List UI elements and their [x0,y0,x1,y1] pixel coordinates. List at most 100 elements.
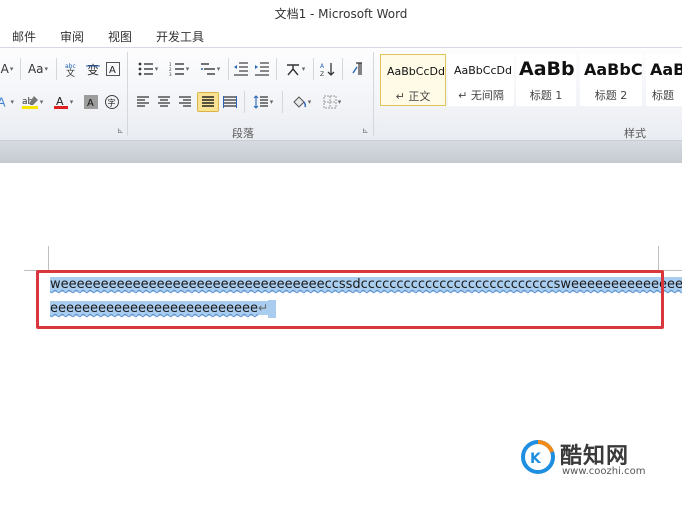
font-color-icon: A [53,95,68,109]
enclose-characters-button[interactable]: 变 [83,60,103,78]
style-name: 标题 [652,89,674,102]
align-right-button[interactable] [176,93,194,111]
window-title: 文档1 - Microsoft Word [274,7,408,21]
style-sample: AaBbCcDd [387,65,445,78]
group-separator [127,52,128,136]
page-corner-mark [48,246,49,270]
highlight-box [36,270,664,329]
separator [228,58,229,80]
svg-text:文: 文 [66,67,75,77]
coozhi-logo-icon: K [521,440,555,474]
numbering-button[interactable]: 1 2 3 ▾ [165,60,193,78]
style-normal[interactable]: AaBbCcDd ↵ 正文 [380,54,446,106]
style-sample: AaBbCcDd [454,64,512,77]
increase-indent-icon [255,62,269,76]
style-name: ↵ 正文 [395,90,431,103]
justify-button[interactable] [197,92,219,112]
style-name: 标题 1 [529,89,563,102]
style-title[interactable]: AaBl 标题 [646,54,682,106]
grow-font-button[interactable]: A ▾ [0,60,14,78]
page-corner-mark [658,246,659,270]
svg-text:A: A [320,63,325,70]
sort-button[interactable]: AZ [318,60,338,78]
phonetic-guide-button[interactable]: abc 文 [62,60,82,78]
svg-text:K: K [530,451,542,467]
separator [56,58,57,80]
ribbon: A▾ Aa▾ abc文 变 A A▾ ab▾ A▾ A 字 ⊾ [0,47,682,141]
separator [282,91,283,113]
paragraph-dialog-launcher-icon[interactable]: ⊾ [362,126,369,135]
border-a-icon: A [106,62,120,76]
svg-text:Z: Z [320,71,324,77]
line-spacing-icon [253,95,268,109]
enclosed-character-icon: 字 [105,95,119,109]
paint-bucket-icon [293,96,306,108]
paragraph-group-label: 段落 [232,127,254,140]
multilevel-list-button[interactable]: ▾ [196,60,224,78]
svg-text:A: A [0,96,6,110]
decrease-indent-button[interactable] [232,60,250,78]
line-spacing-button[interactable]: ▾ [249,93,277,111]
svg-text:A: A [87,98,94,109]
svg-text:变: 变 [87,62,99,77]
styles-group-label: 样式 [624,127,646,140]
align-right-icon [179,96,191,107]
borders-button[interactable]: ▾ [318,93,346,111]
align-center-button[interactable] [155,93,173,111]
change-case-button[interactable]: Aa ▾ [24,60,52,78]
font-size-icon: A [0,62,9,76]
change-case-icon: Aa [27,62,44,76]
text-effects-button[interactable]: A▾ [0,93,14,111]
enclosed-character-button[interactable]: 字 [103,93,121,111]
multilevel-list-icon [200,63,215,75]
watermark-url: www.coozhi.com [562,466,646,477]
tab-mailings[interactable]: 邮件 [12,28,36,45]
distributed-button[interactable] [221,93,239,111]
font-dialog-launcher-icon[interactable]: ⊾ [117,126,124,135]
align-center-icon [158,96,170,107]
bullets-button[interactable]: ▾ [134,60,162,78]
group-separator [373,52,374,136]
text-effects-icon: A [0,96,6,110]
style-no-spacing[interactable]: AaBbCcDd ↵ 无间隔 [448,54,514,106]
shading-button[interactable]: ▾ [287,93,315,111]
pilcrow-icon [352,62,362,75]
font-color-button[interactable]: A ▾ [50,93,76,111]
tab-view[interactable]: 视图 [108,28,132,45]
separator [276,58,277,80]
styles-gallery: AaBbCcDd ↵ 正文 AaBbCcDd ↵ 无间隔 AaBb 标题 1 A… [378,54,682,116]
character-border-icon: 变 [86,62,100,77]
tab-review[interactable]: 审阅 [60,28,84,45]
character-border-button[interactable]: A [104,60,122,78]
decrease-indent-icon [234,62,248,76]
chinese-layout-button[interactable]: ▾ [281,60,309,78]
show-hide-marks-button[interactable] [348,60,368,78]
svg-text:字: 字 [108,98,116,108]
separator [342,58,343,80]
character-shading-button[interactable]: A [82,93,100,111]
svg-text:A: A [109,65,116,76]
style-name: 标题 2 [594,89,628,102]
justify-icon [202,96,214,107]
separator [244,91,245,113]
bullet-list-icon [138,62,153,76]
svg-text:3: 3 [169,72,172,76]
ruler-band [0,141,682,163]
style-sample: AaBl [650,60,682,79]
separator [20,58,21,80]
style-name: ↵ 无间隔 [458,89,504,102]
highlight-color-button[interactable]: ab ▾ [18,93,46,111]
highlighter-icon: ab [21,96,38,109]
increase-indent-button[interactable] [253,60,271,78]
tab-developer[interactable]: 开发工具 [156,28,204,45]
numbered-list-icon: 123 [169,62,184,76]
style-heading-1[interactable]: AaBb 标题 1 [516,54,576,106]
style-heading-2[interactable]: AaBbC 标题 2 [580,54,642,106]
phonetic-guide-icon: abc文 [65,63,76,77]
chinese-layout-icon [286,64,299,76]
align-left-icon [137,96,149,107]
align-left-button[interactable] [134,93,152,111]
title-bar: 文档1 - Microsoft Word [0,0,682,24]
distributed-icon [223,96,237,108]
shading-a-icon: A [84,95,98,109]
